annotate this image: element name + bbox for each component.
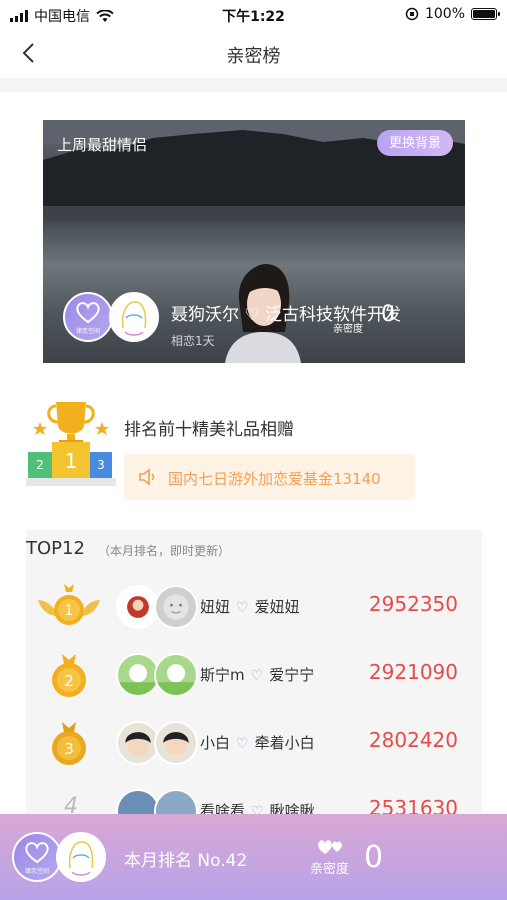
couple-names: 妞妞 ♡ 爱妞妞 xyxy=(200,596,300,617)
status-right: 100% xyxy=(405,6,500,22)
podium-3: 3 xyxy=(97,458,105,472)
prize-title: 排名前十精美礼品相赠 xyxy=(124,420,294,440)
partner-avatar[interactable] xyxy=(109,292,159,342)
podium-2: 2 xyxy=(36,458,44,472)
couple-banner: 上周最甜情侣 更换背景 律恋空间 聂狗沃尔 ♡ 泛古科技软件开发 相恋1天 亲密… xyxy=(43,120,465,363)
announcement-marquee[interactable]: 国内七日游外加恋爱基金13140 xyxy=(124,454,415,500)
app-logo-avatar[interactable]: 律恋空间 xyxy=(63,292,113,342)
gold-medal-icon: 2 xyxy=(52,654,86,697)
ranking-title: TOP12 xyxy=(26,538,85,559)
rank-number: 1 xyxy=(65,603,74,619)
name-a: 妞妞 xyxy=(200,598,231,616)
couple-days: 相恋1天 xyxy=(171,334,215,348)
couple-names: 小白 ♡ 牵着小白 xyxy=(200,732,315,753)
gold-medal-icon: 3 xyxy=(52,722,86,765)
sketch-face-image xyxy=(111,294,157,340)
rank-number: 2 xyxy=(64,672,74,690)
banner-intimacy-label: 亲密度 xyxy=(333,324,363,335)
orientation-lock-icon xyxy=(405,7,419,21)
name-b: 爱宁宁 xyxy=(269,666,315,684)
my-intimacy-value: 0 xyxy=(364,840,384,875)
speaker-icon xyxy=(139,468,155,486)
couple-avatar-pair xyxy=(116,585,200,631)
gold-winged-medal-icon: 1 xyxy=(38,584,100,625)
name-b: 爱妞妞 xyxy=(254,598,300,616)
ranking-row[interactable]: 2 斯宁m ♡ 爱宁宁 2921090 xyxy=(26,646,482,706)
couple-avatar-pair xyxy=(116,721,200,767)
heart-icon: ♡ xyxy=(236,600,249,616)
couple-avatars: 律恋空间 xyxy=(63,292,159,342)
sketch-face-image xyxy=(58,834,104,880)
my-rank-label: 本月排名 No.42 xyxy=(124,851,248,871)
my-ranking-bar: 律恋空间 本月排名 No.42 亲密度 0 xyxy=(0,814,507,900)
my-intimacy-label: 亲密度 xyxy=(310,862,350,877)
change-background-button[interactable]: 更换背景 xyxy=(376,130,453,156)
couple-names: 聂狗沃尔 ♡ 泛古科技软件开发 xyxy=(171,305,402,325)
trophy-podium-icon: 2 1 3 xyxy=(26,402,116,486)
battery-icon xyxy=(471,8,500,20)
rank-number: 3 xyxy=(64,740,74,758)
ranking-row[interactable]: 3 小白 ♡ 牵着小白 2802420 xyxy=(26,714,482,774)
name-a: 小白 xyxy=(200,734,231,752)
heart-logo-icon xyxy=(76,301,100,323)
ranking-subtitle: （本月排名，即时更新） xyxy=(98,544,231,558)
couple-avatar-pair xyxy=(116,653,200,699)
page-title: 亲密榜 xyxy=(226,46,281,67)
status-bar: 中国电信 下午1:22 100% xyxy=(0,0,507,28)
intimacy-score: 2802420 xyxy=(368,728,458,752)
avatar-tag: 律恋空间 xyxy=(75,327,100,335)
announcement-text: 国内七日游外加恋爱基金13140 xyxy=(168,470,381,488)
my-app-logo-avatar[interactable]: 律恋空间 xyxy=(12,832,62,882)
heart-icon: ♡ xyxy=(236,736,249,752)
avatar-tag: 律恋空间 xyxy=(24,867,49,875)
ranking-card: TOP12 （本月排名，即时更新） 1 妞妞 ♡ 爱妞妞 2952350 2 斯… xyxy=(26,530,482,850)
intimacy-score: 2952350 xyxy=(368,592,458,616)
nav-bar: 亲密榜 xyxy=(0,28,507,78)
heart-logo-icon xyxy=(25,841,49,863)
battery-percent: 100% xyxy=(424,6,465,22)
my-partner-avatar[interactable] xyxy=(56,832,106,882)
banner-title: 上周最甜情侣 xyxy=(57,136,148,154)
podium-1: 1 xyxy=(65,449,78,473)
ranking-row[interactable]: 1 妞妞 ♡ 爱妞妞 2952350 xyxy=(26,578,482,638)
banner-intimacy-value: 0 xyxy=(381,302,395,327)
avatar-b xyxy=(154,585,198,629)
main-content: 上周最甜情侣 更换背景 律恋空间 聂狗沃尔 ♡ 泛古科技软件开发 相恋1天 亲密… xyxy=(0,92,507,900)
intimacy-score: 2921090 xyxy=(368,660,458,684)
double-heart-icon xyxy=(318,840,342,854)
avatar-b xyxy=(154,653,198,697)
name-b: 牵着小白 xyxy=(254,734,315,752)
avatar-b xyxy=(154,721,198,765)
name-a: 斯宁m xyxy=(200,666,245,684)
couple-names: 斯宁m ♡ 爱宁宁 xyxy=(200,664,314,685)
heart-icon: ♡ xyxy=(250,668,264,684)
